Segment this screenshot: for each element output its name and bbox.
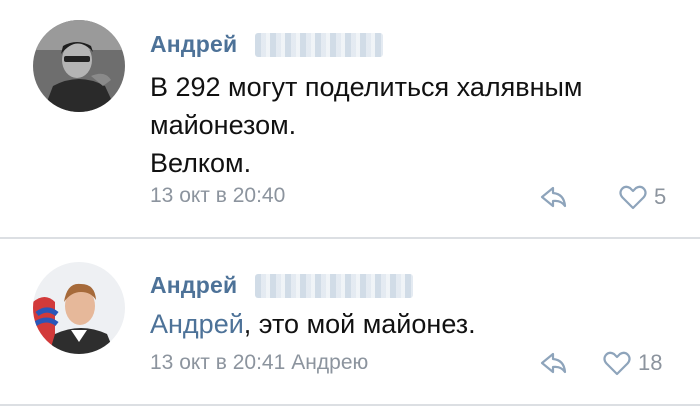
comment-text-line: В 292 могут поделиться халявным bbox=[150, 72, 583, 102]
comment-text-line: Велком. bbox=[150, 148, 252, 178]
user-photo-icon bbox=[33, 262, 125, 354]
mention-link[interactable]: Андрей bbox=[150, 309, 244, 339]
comment-text: Андрей, это мой майонез. bbox=[150, 305, 690, 343]
redacted-surname bbox=[255, 33, 383, 57]
timestamp[interactable]: 13 окт в 20:40 bbox=[150, 184, 285, 207]
comment-meta: 13 окт в 20:41 Андрею bbox=[150, 351, 368, 375]
comment-meta: 13 окт в 20:40 bbox=[150, 184, 285, 208]
timestamp[interactable]: 13 окт в 20:41 bbox=[150, 351, 285, 374]
comment-divider bbox=[0, 237, 700, 239]
comment: Андрей Андрей, это мой майонез. 13 окт в… bbox=[0, 240, 700, 410]
reply-arrow-icon bbox=[540, 186, 567, 208]
user-photo-icon bbox=[33, 20, 125, 112]
redacted-surname bbox=[255, 274, 413, 298]
like-button[interactable]: 18 bbox=[602, 347, 662, 379]
reply-arrow-icon bbox=[540, 352, 567, 374]
avatar[interactable] bbox=[33, 20, 125, 112]
comment-text-line: Андрей, это мой майонез. bbox=[150, 305, 690, 343]
like-button[interactable]: 5 bbox=[618, 181, 666, 213]
reply-button[interactable] bbox=[533, 181, 573, 213]
reply-to-link[interactable]: Андрею bbox=[291, 351, 368, 374]
avatar[interactable] bbox=[33, 262, 125, 354]
comment-text-line: майонезом. bbox=[150, 110, 297, 140]
comment-author[interactable]: Андрей bbox=[150, 272, 237, 299]
comment-text-rest: , это мой майонез. bbox=[243, 309, 476, 339]
comment-author[interactable]: Андрей bbox=[150, 31, 237, 58]
like-count: 18 bbox=[638, 350, 663, 375]
like-count: 5 bbox=[654, 184, 667, 209]
comment-divider bbox=[0, 404, 700, 406]
reply-button[interactable] bbox=[533, 347, 573, 379]
comment-text: В 292 могут поделиться халявным майонезо… bbox=[150, 68, 690, 182]
heart-outline-icon bbox=[619, 185, 647, 210]
comment: Андрей В 292 могут поделиться халявным м… bbox=[0, 0, 700, 238]
heart-outline-icon bbox=[603, 351, 631, 376]
